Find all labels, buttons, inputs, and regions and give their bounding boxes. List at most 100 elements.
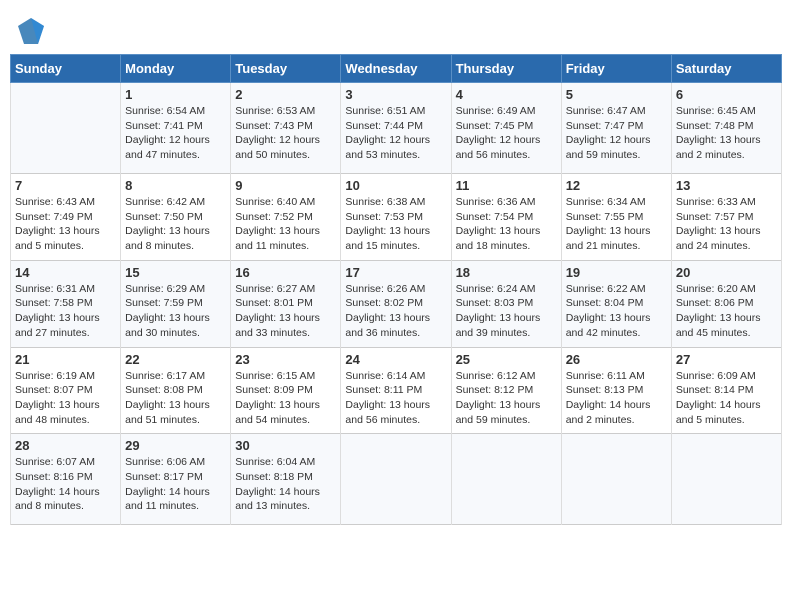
weekday-header-friday: Friday (561, 55, 671, 83)
calendar-week-row: 21 Sunrise: 6:19 AM Sunset: 8:07 PM Dayl… (11, 347, 782, 434)
calendar-cell: 13 Sunrise: 6:33 AM Sunset: 7:57 PM Dayl… (671, 174, 781, 261)
daylight-text: Daylight: 12 hours and 50 minutes. (235, 134, 320, 161)
cell-content: Sunrise: 6:17 AM Sunset: 8:08 PM Dayligh… (125, 369, 226, 428)
day-number: 27 (676, 352, 777, 367)
sunrise-text: Sunrise: 6:53 AM (235, 105, 315, 117)
cell-content: Sunrise: 6:15 AM Sunset: 8:09 PM Dayligh… (235, 369, 336, 428)
day-number: 7 (15, 178, 116, 193)
calendar-cell: 21 Sunrise: 6:19 AM Sunset: 8:07 PM Dayl… (11, 347, 121, 434)
day-number: 14 (15, 265, 116, 280)
sunset-text: Sunset: 7:47 PM (566, 120, 644, 132)
calendar-cell: 22 Sunrise: 6:17 AM Sunset: 8:08 PM Dayl… (121, 347, 231, 434)
calendar-cell: 8 Sunrise: 6:42 AM Sunset: 7:50 PM Dayli… (121, 174, 231, 261)
sunset-text: Sunset: 8:09 PM (235, 384, 313, 396)
calendar-table: SundayMondayTuesdayWednesdayThursdayFrid… (10, 54, 782, 525)
day-number: 8 (125, 178, 226, 193)
sunset-text: Sunset: 8:17 PM (125, 471, 203, 483)
daylight-text: Daylight: 13 hours and 42 minutes. (566, 312, 651, 339)
weekday-header-wednesday: Wednesday (341, 55, 451, 83)
cell-content: Sunrise: 6:22 AM Sunset: 8:04 PM Dayligh… (566, 282, 667, 341)
calendar-cell: 23 Sunrise: 6:15 AM Sunset: 8:09 PM Dayl… (231, 347, 341, 434)
sunrise-text: Sunrise: 6:15 AM (235, 370, 315, 382)
daylight-text: Daylight: 13 hours and 56 minutes. (345, 399, 430, 426)
calendar-cell: 9 Sunrise: 6:40 AM Sunset: 7:52 PM Dayli… (231, 174, 341, 261)
sunset-text: Sunset: 7:57 PM (676, 211, 754, 223)
daylight-text: Daylight: 12 hours and 59 minutes. (566, 134, 651, 161)
calendar-cell: 26 Sunrise: 6:11 AM Sunset: 8:13 PM Dayl… (561, 347, 671, 434)
cell-content: Sunrise: 6:51 AM Sunset: 7:44 PM Dayligh… (345, 104, 446, 163)
cell-content: Sunrise: 6:47 AM Sunset: 7:47 PM Dayligh… (566, 104, 667, 163)
day-number: 5 (566, 87, 667, 102)
daylight-text: Daylight: 14 hours and 11 minutes. (125, 486, 210, 513)
daylight-text: Daylight: 14 hours and 2 minutes. (566, 399, 651, 426)
sunset-text: Sunset: 8:02 PM (345, 297, 423, 309)
calendar-cell: 17 Sunrise: 6:26 AM Sunset: 8:02 PM Dayl… (341, 260, 451, 347)
daylight-text: Daylight: 13 hours and 11 minutes. (235, 225, 320, 252)
calendar-cell: 24 Sunrise: 6:14 AM Sunset: 8:11 PM Dayl… (341, 347, 451, 434)
daylight-text: Daylight: 13 hours and 39 minutes. (456, 312, 541, 339)
daylight-text: Daylight: 13 hours and 27 minutes. (15, 312, 100, 339)
calendar-cell: 25 Sunrise: 6:12 AM Sunset: 8:12 PM Dayl… (451, 347, 561, 434)
calendar-cell: 15 Sunrise: 6:29 AM Sunset: 7:59 PM Dayl… (121, 260, 231, 347)
daylight-text: Daylight: 13 hours and 24 minutes. (676, 225, 761, 252)
cell-content: Sunrise: 6:53 AM Sunset: 7:43 PM Dayligh… (235, 104, 336, 163)
sunrise-text: Sunrise: 6:34 AM (566, 196, 646, 208)
sunrise-text: Sunrise: 6:06 AM (125, 456, 205, 468)
calendar-cell: 28 Sunrise: 6:07 AM Sunset: 8:16 PM Dayl… (11, 434, 121, 525)
sunset-text: Sunset: 7:50 PM (125, 211, 203, 223)
day-number: 22 (125, 352, 226, 367)
sunset-text: Sunset: 8:01 PM (235, 297, 313, 309)
day-number: 24 (345, 352, 446, 367)
sunrise-text: Sunrise: 6:11 AM (566, 370, 645, 382)
sunrise-text: Sunrise: 6:38 AM (345, 196, 425, 208)
sunset-text: Sunset: 7:49 PM (15, 211, 93, 223)
sunset-text: Sunset: 8:06 PM (676, 297, 754, 309)
cell-content: Sunrise: 6:07 AM Sunset: 8:16 PM Dayligh… (15, 455, 116, 514)
day-number: 21 (15, 352, 116, 367)
sunrise-text: Sunrise: 6:47 AM (566, 105, 646, 117)
sunset-text: Sunset: 8:12 PM (456, 384, 534, 396)
calendar-cell: 30 Sunrise: 6:04 AM Sunset: 8:18 PM Dayl… (231, 434, 341, 525)
day-number: 20 (676, 265, 777, 280)
sunrise-text: Sunrise: 6:12 AM (456, 370, 536, 382)
daylight-text: Daylight: 12 hours and 47 minutes. (125, 134, 210, 161)
sunrise-text: Sunrise: 6:19 AM (15, 370, 95, 382)
weekday-header-tuesday: Tuesday (231, 55, 341, 83)
sunrise-text: Sunrise: 6:26 AM (345, 283, 425, 295)
cell-content: Sunrise: 6:24 AM Sunset: 8:03 PM Dayligh… (456, 282, 557, 341)
daylight-text: Daylight: 14 hours and 13 minutes. (235, 486, 320, 513)
day-number: 10 (345, 178, 446, 193)
calendar-cell: 12 Sunrise: 6:34 AM Sunset: 7:55 PM Dayl… (561, 174, 671, 261)
calendar-cell (451, 434, 561, 525)
sunrise-text: Sunrise: 6:40 AM (235, 196, 315, 208)
sunrise-text: Sunrise: 6:31 AM (15, 283, 95, 295)
daylight-text: Daylight: 13 hours and 36 minutes. (345, 312, 430, 339)
sunset-text: Sunset: 8:07 PM (15, 384, 93, 396)
calendar-cell: 20 Sunrise: 6:20 AM Sunset: 8:06 PM Dayl… (671, 260, 781, 347)
sunrise-text: Sunrise: 6:24 AM (456, 283, 536, 295)
calendar-cell: 16 Sunrise: 6:27 AM Sunset: 8:01 PM Dayl… (231, 260, 341, 347)
calendar-cell: 19 Sunrise: 6:22 AM Sunset: 8:04 PM Dayl… (561, 260, 671, 347)
sunrise-text: Sunrise: 6:43 AM (15, 196, 95, 208)
daylight-text: Daylight: 13 hours and 21 minutes. (566, 225, 651, 252)
cell-content: Sunrise: 6:34 AM Sunset: 7:55 PM Dayligh… (566, 195, 667, 254)
cell-content: Sunrise: 6:33 AM Sunset: 7:57 PM Dayligh… (676, 195, 777, 254)
cell-content: Sunrise: 6:19 AM Sunset: 8:07 PM Dayligh… (15, 369, 116, 428)
cell-content: Sunrise: 6:11 AM Sunset: 8:13 PM Dayligh… (566, 369, 667, 428)
day-number: 30 (235, 438, 336, 453)
sunset-text: Sunset: 7:41 PM (125, 120, 203, 132)
cell-content: Sunrise: 6:26 AM Sunset: 8:02 PM Dayligh… (345, 282, 446, 341)
cell-content: Sunrise: 6:36 AM Sunset: 7:54 PM Dayligh… (456, 195, 557, 254)
daylight-text: Daylight: 13 hours and 15 minutes. (345, 225, 430, 252)
sunset-text: Sunset: 7:55 PM (566, 211, 644, 223)
day-number: 25 (456, 352, 557, 367)
calendar-header-row: SundayMondayTuesdayWednesdayThursdayFrid… (11, 55, 782, 83)
cell-content: Sunrise: 6:06 AM Sunset: 8:17 PM Dayligh… (125, 455, 226, 514)
sunrise-text: Sunrise: 6:09 AM (676, 370, 756, 382)
weekday-header-monday: Monday (121, 55, 231, 83)
sunrise-text: Sunrise: 6:04 AM (235, 456, 315, 468)
header (10, 10, 782, 46)
sunrise-text: Sunrise: 6:29 AM (125, 283, 205, 295)
sunset-text: Sunset: 7:48 PM (676, 120, 754, 132)
sunrise-text: Sunrise: 6:36 AM (456, 196, 536, 208)
